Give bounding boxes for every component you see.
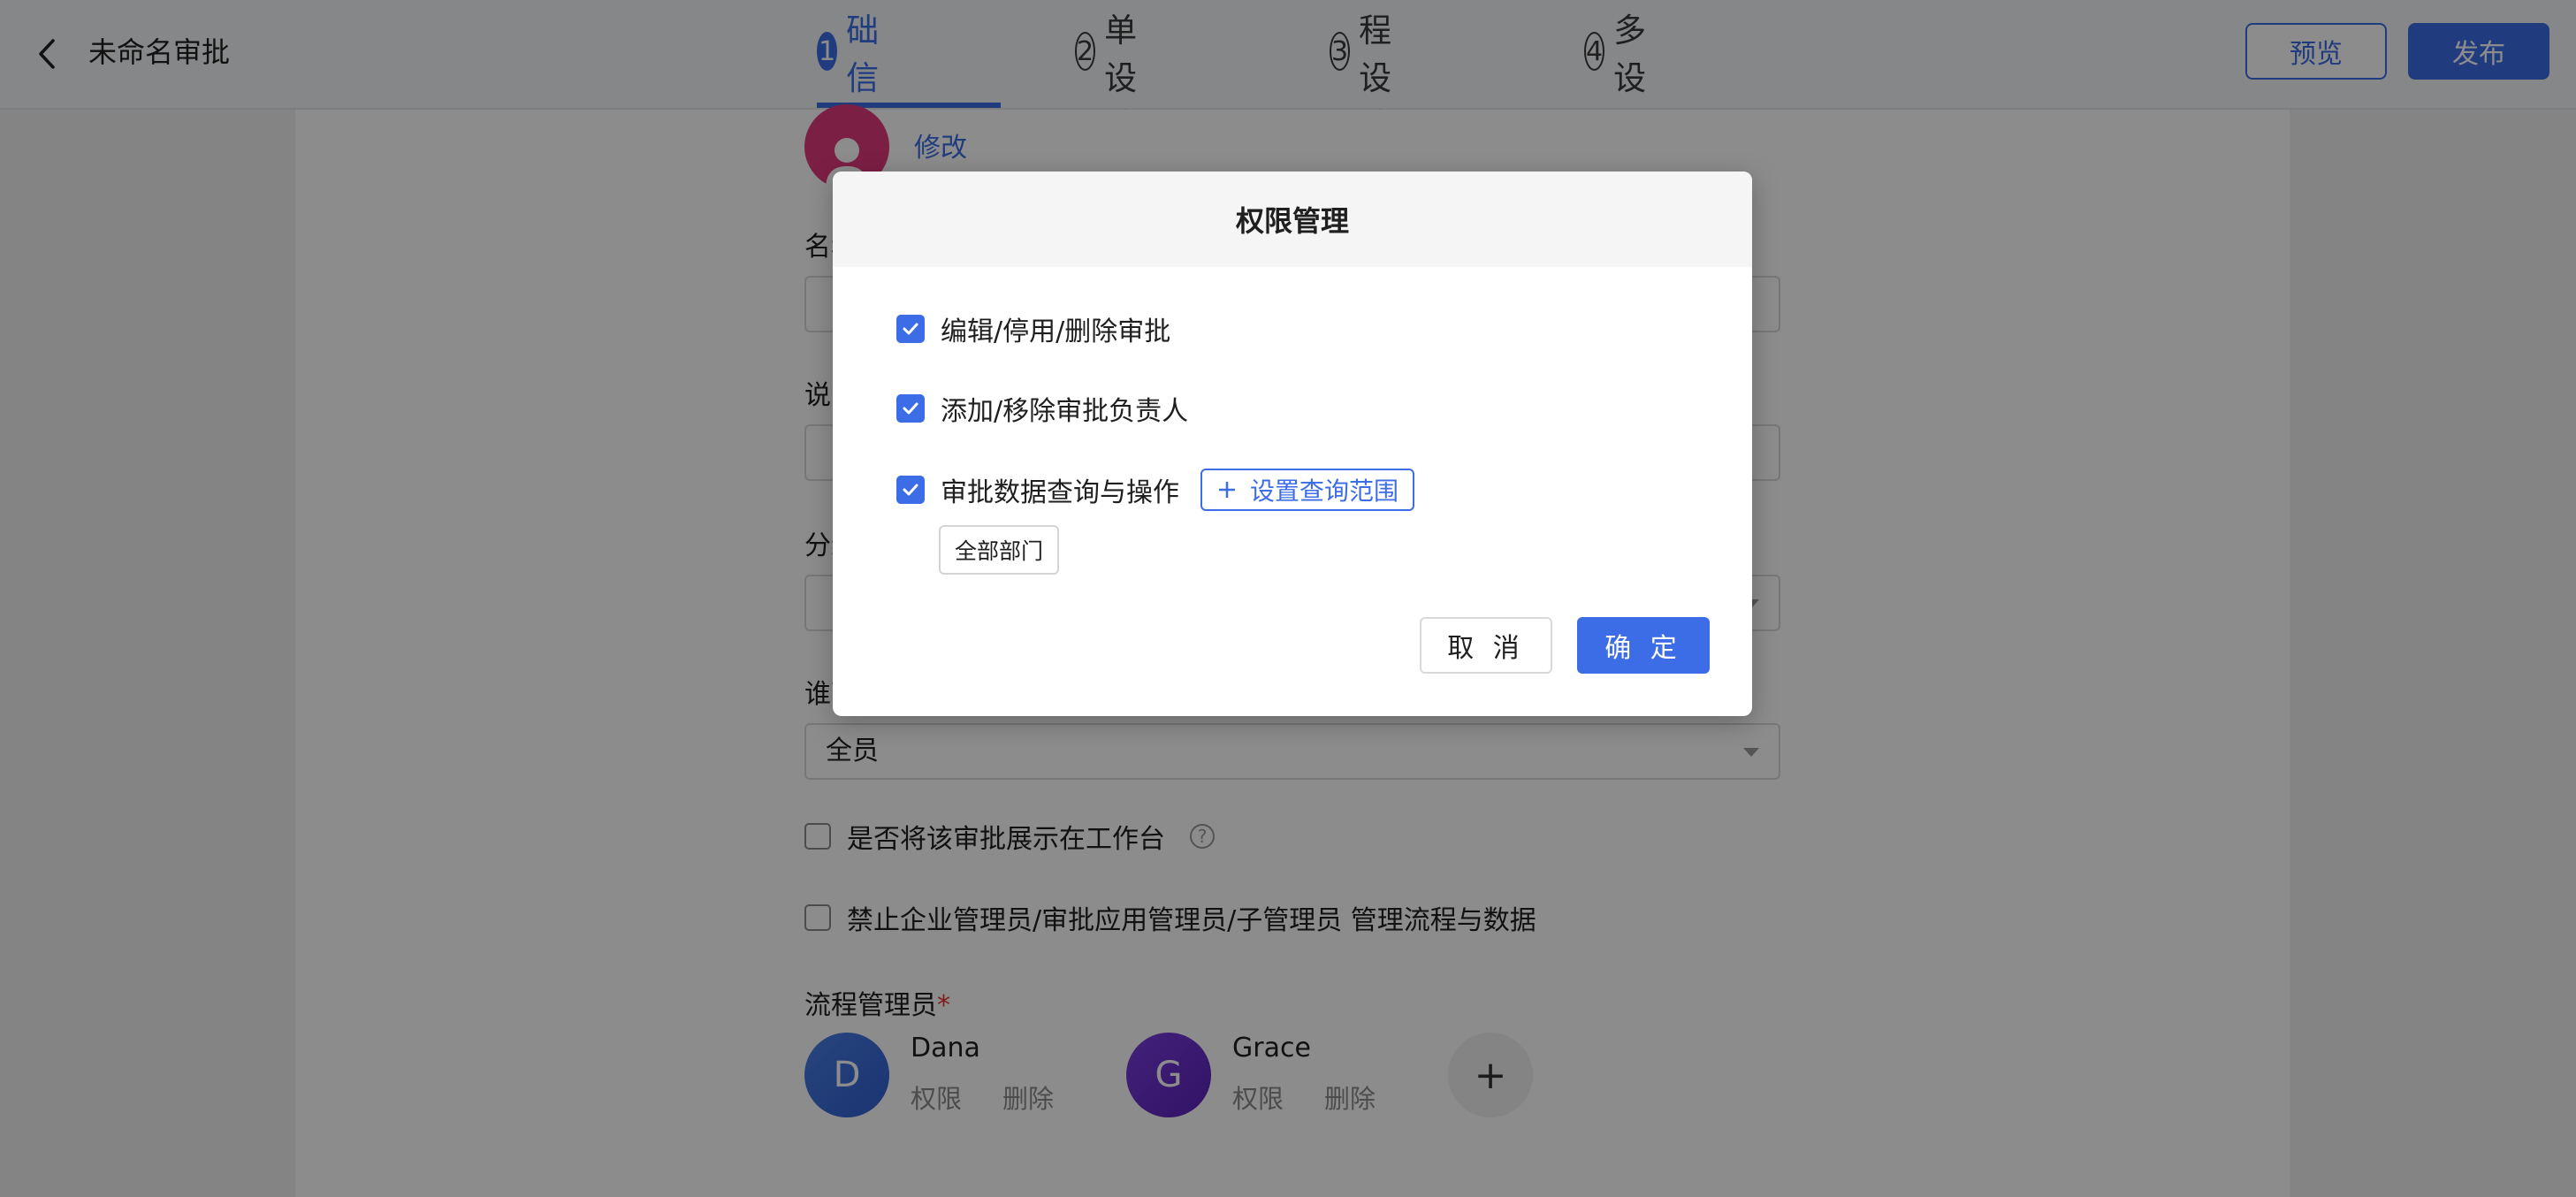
plus-icon	[1219, 482, 1235, 498]
permission-item: 编辑/停用/删除审批	[896, 309, 1170, 348]
permission-label: 添加/移除审批负责人	[941, 396, 1189, 427]
confirm-button[interactable]: 确 定	[1577, 617, 1710, 674]
set-query-scope-button[interactable]: 设置查询范围	[1200, 469, 1415, 511]
add-remove-owner-checkbox[interactable]	[896, 394, 925, 423]
permission-item: 审批数据查询与操作	[896, 470, 1179, 509]
edit-disable-delete-checkbox[interactable]	[896, 315, 925, 343]
check-icon	[903, 484, 918, 496]
permission-item: 添加/移除审批负责人	[896, 389, 1188, 428]
check-icon	[903, 323, 918, 335]
cancel-button[interactable]: 取 消	[1420, 617, 1552, 674]
set-query-scope-label: 设置查询范围	[1250, 477, 1399, 506]
dialog-title: 权限管理	[833, 172, 1752, 267]
permission-label: 编辑/停用/删除审批	[941, 316, 1171, 347]
permission-dialog: 权限管理 编辑/停用/删除审批 添加/移除审批负责人 审批数据查询与操作 设置查…	[833, 172, 1752, 716]
data-query-checkbox[interactable]	[896, 476, 925, 504]
check-icon	[903, 402, 918, 415]
permission-label: 审批数据查询与操作	[941, 477, 1179, 508]
scope-tag[interactable]: 全部部门	[939, 525, 1060, 575]
